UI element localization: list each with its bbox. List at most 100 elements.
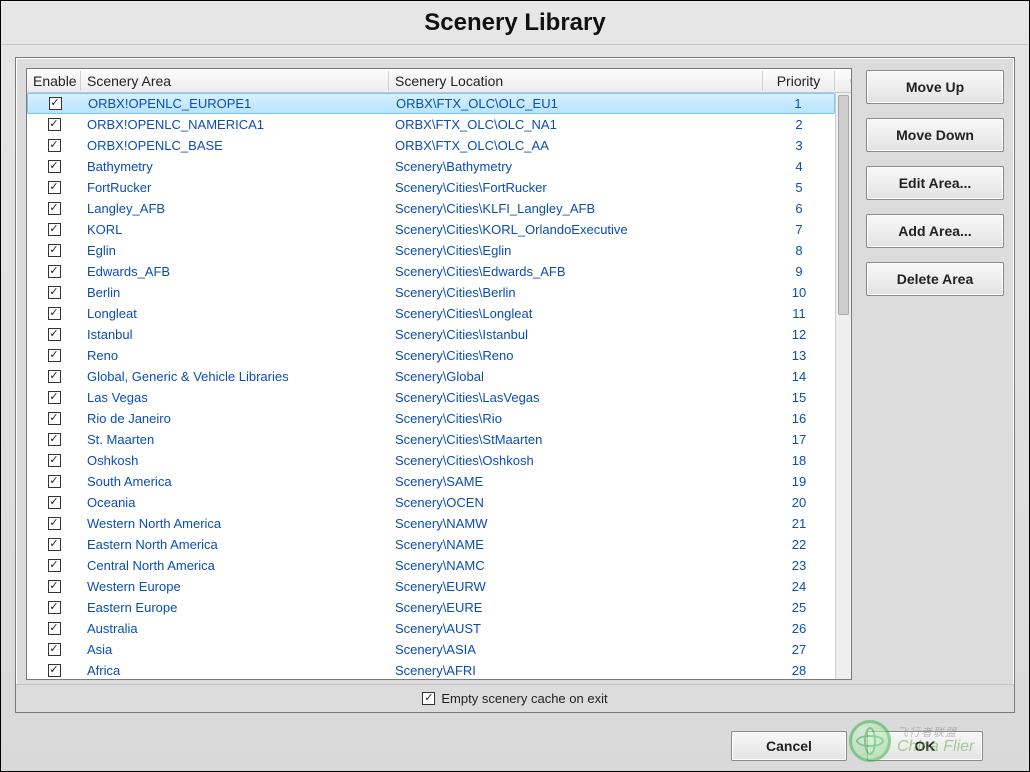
enable-checkbox[interactable]: ✓: [48, 118, 61, 131]
table-row[interactable]: ✓AustraliaScenery\AUST26: [27, 618, 835, 639]
row-enable-cell: ✓: [27, 181, 81, 194]
enable-checkbox[interactable]: ✓: [48, 265, 61, 278]
row-priority-cell: 27: [763, 642, 835, 657]
empty-cache-label: Empty scenery cache on exit: [441, 691, 607, 706]
row-priority-cell: 9: [763, 264, 835, 279]
row-enable-cell: ✓: [27, 433, 81, 446]
enable-checkbox[interactable]: ✓: [48, 412, 61, 425]
dialog-buttons: Cancel OK: [1, 721, 1029, 771]
row-location-cell: Scenery\Cities\Istanbul: [389, 327, 763, 342]
edit-area-button[interactable]: Edit Area...: [866, 166, 1004, 200]
empty-cache-checkbox[interactable]: ✓: [422, 692, 435, 705]
enable-checkbox[interactable]: ✓: [48, 622, 61, 635]
enable-checkbox[interactable]: ✓: [48, 454, 61, 467]
enable-checkbox[interactable]: ✓: [48, 223, 61, 236]
enable-checkbox[interactable]: ✓: [49, 97, 62, 110]
row-location-cell: Scenery\Cities\KLFI_Langley_AFB: [389, 201, 763, 216]
table-row[interactable]: ✓EglinScenery\Cities\Eglin8: [27, 240, 835, 261]
table-row[interactable]: ✓ORBX!OPENLC_EUROPE1ORBX\FTX_OLC\OLC_EU1…: [27, 93, 835, 114]
table-row[interactable]: ✓Eastern North AmericaScenery\NAME22: [27, 534, 835, 555]
table-row[interactable]: ✓Rio de JaneiroScenery\Cities\Rio16: [27, 408, 835, 429]
row-priority-cell: 8: [763, 243, 835, 258]
col-header-enable[interactable]: Enable: [27, 71, 81, 91]
table-row[interactable]: ✓BathymetryScenery\Bathymetry4: [27, 156, 835, 177]
enable-checkbox[interactable]: ✓: [48, 559, 61, 572]
enable-checkbox[interactable]: ✓: [48, 496, 61, 509]
row-enable-cell: ✓: [27, 496, 81, 509]
row-area-cell: Rio de Janeiro: [81, 411, 389, 426]
vertical-scrollbar[interactable]: [835, 93, 851, 679]
col-header-location[interactable]: Scenery Location: [389, 71, 763, 91]
table-row[interactable]: ✓South AmericaScenery\SAME19: [27, 471, 835, 492]
row-enable-cell: ✓: [27, 643, 81, 656]
row-priority-cell: 14: [763, 369, 835, 384]
col-header-priority[interactable]: Priority: [763, 71, 835, 91]
row-enable-cell: ✓: [27, 580, 81, 593]
row-location-cell: Scenery\Cities\FortRucker: [389, 180, 763, 195]
table-row[interactable]: ✓BerlinScenery\Cities\Berlin10: [27, 282, 835, 303]
enable-checkbox[interactable]: ✓: [48, 286, 61, 299]
table-row[interactable]: ✓IstanbulScenery\Cities\Istanbul12: [27, 324, 835, 345]
table-row[interactable]: ✓AsiaScenery\ASIA27: [27, 639, 835, 660]
ok-button[interactable]: OK: [867, 731, 983, 761]
row-area-cell: Reno: [81, 348, 389, 363]
table-row[interactable]: ✓Edwards_AFBScenery\Cities\Edwards_AFB9: [27, 261, 835, 282]
row-area-cell: Western North America: [81, 516, 389, 531]
enable-checkbox[interactable]: ✓: [48, 538, 61, 551]
table-row[interactable]: ✓LongleatScenery\Cities\Longleat11: [27, 303, 835, 324]
enable-checkbox[interactable]: ✓: [48, 517, 61, 530]
row-area-cell: Edwards_AFB: [81, 264, 389, 279]
table-row[interactable]: ✓Global, Generic & Vehicle LibrariesScen…: [27, 366, 835, 387]
move-down-button[interactable]: Move Down: [866, 118, 1004, 152]
table-row[interactable]: ✓Langley_AFBScenery\Cities\KLFI_Langley_…: [27, 198, 835, 219]
move-up-button[interactable]: Move Up: [866, 70, 1004, 104]
enable-checkbox[interactable]: ✓: [48, 391, 61, 404]
enable-checkbox[interactable]: ✓: [48, 244, 61, 257]
enable-checkbox[interactable]: ✓: [48, 307, 61, 320]
enable-checkbox[interactable]: ✓: [48, 475, 61, 488]
row-priority-cell: 16: [763, 411, 835, 426]
enable-checkbox[interactable]: ✓: [48, 664, 61, 677]
table-row[interactable]: ✓Las VegasScenery\Cities\LasVegas15: [27, 387, 835, 408]
scrollbar-thumb[interactable]: [838, 95, 849, 315]
enable-checkbox[interactable]: ✓: [48, 370, 61, 383]
row-priority-cell: 21: [763, 516, 835, 531]
table-row[interactable]: ✓AfricaScenery\AFRI28: [27, 660, 835, 679]
enable-checkbox[interactable]: ✓: [48, 433, 61, 446]
table-row[interactable]: ✓St. MaartenScenery\Cities\StMaarten17: [27, 429, 835, 450]
col-header-area[interactable]: Scenery Area: [81, 71, 389, 91]
add-area-button[interactable]: Add Area...: [866, 214, 1004, 248]
enable-checkbox[interactable]: ✓: [48, 601, 61, 614]
enable-checkbox[interactable]: ✓: [48, 160, 61, 173]
row-priority-cell: 22: [763, 537, 835, 552]
row-priority-cell: 12: [763, 327, 835, 342]
row-priority-cell: 6: [763, 201, 835, 216]
enable-checkbox[interactable]: ✓: [48, 580, 61, 593]
table-row[interactable]: ✓Western EuropeScenery\EURW24: [27, 576, 835, 597]
row-location-cell: Scenery\EURW: [389, 579, 763, 594]
enable-checkbox[interactable]: ✓: [48, 139, 61, 152]
table-row[interactable]: ✓FortRuckerScenery\Cities\FortRucker5: [27, 177, 835, 198]
row-priority-cell: 20: [763, 495, 835, 510]
delete-area-button[interactable]: Delete Area: [866, 262, 1004, 296]
cancel-button[interactable]: Cancel: [731, 731, 847, 761]
table-row[interactable]: ✓ORBX!OPENLC_NAMERICA1ORBX\FTX_OLC\OLC_N…: [27, 114, 835, 135]
enable-checkbox[interactable]: ✓: [48, 202, 61, 215]
table-row[interactable]: ✓OshkoshScenery\Cities\Oshkosh18: [27, 450, 835, 471]
row-location-cell: Scenery\Cities\StMaarten: [389, 432, 763, 447]
enable-checkbox[interactable]: ✓: [48, 643, 61, 656]
row-enable-cell: ✓: [27, 664, 81, 677]
table-row[interactable]: ✓Western North AmericaScenery\NAMW21: [27, 513, 835, 534]
enable-checkbox[interactable]: ✓: [48, 349, 61, 362]
enable-checkbox[interactable]: ✓: [48, 181, 61, 194]
table-row[interactable]: ✓OceaniaScenery\OCEN20: [27, 492, 835, 513]
table-header: Enable Scenery Area Scenery Location Pri…: [27, 69, 851, 93]
table-row[interactable]: ✓RenoScenery\Cities\Reno13: [27, 345, 835, 366]
table-row[interactable]: ✓ORBX!OPENLC_BASEORBX\FTX_OLC\OLC_AA3: [27, 135, 835, 156]
row-area-cell: Oceania: [81, 495, 389, 510]
enable-checkbox[interactable]: ✓: [48, 328, 61, 341]
table-row[interactable]: ✓Central North AmericaScenery\NAMC23: [27, 555, 835, 576]
row-priority-cell: 28: [763, 663, 835, 678]
table-row[interactable]: ✓Eastern EuropeScenery\EURE25: [27, 597, 835, 618]
table-row[interactable]: ✓KORLScenery\Cities\KORL_OrlandoExecutiv…: [27, 219, 835, 240]
